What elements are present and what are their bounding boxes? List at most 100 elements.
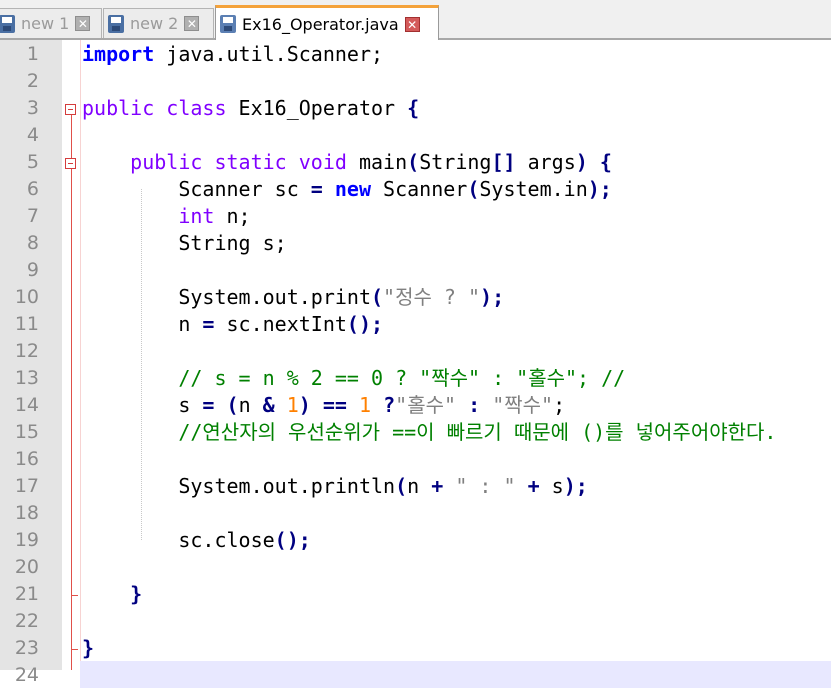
code-token: void [298,150,347,174]
code-token: "정수 ? " [383,285,481,309]
code-line[interactable]: 17 System.out.println(n + " : " + s); [0,473,831,500]
code-line[interactable]: 21 } [0,581,831,608]
code-text: n = sc.nextInt(); [82,311,383,338]
code-token: ( [395,474,408,498]
code-token: + [431,474,444,498]
code-token: [] [491,150,516,174]
code-token: (); [346,312,384,336]
code-token: ) [298,393,311,417]
tab-new-2[interactable]: new 2 ✕ [103,8,214,38]
code-line[interactable]: 24 [0,662,831,689]
code-line[interactable]: 23} [0,635,831,662]
code-text: } [82,635,94,662]
code-token: int [178,204,215,228]
code-token: "홀수" [395,393,457,417]
line-number: 3 [26,97,39,119]
line-number: 23 [14,637,39,659]
code-token: java.util.Scanner; [154,42,384,66]
tab-ex16-operator-java[interactable]: Ex16_Operator.java ✕ [215,5,439,40]
code-line[interactable]: 13 // s = n % 2 == 0 ? "짝수" : "홀수"; // [0,365,831,392]
line-number: 10 [14,286,39,308]
code-line[interactable]: 8 String s; [0,230,831,257]
code-token: n [407,474,432,498]
tab-bar: new 1 ✕ new 2 ✕ Ex16_Operator.java ✕ [0,0,831,40]
code-line[interactable]: 9 [0,257,831,284]
code-token: sc.close [82,528,275,552]
code-text: public class Ex16_Operator { [82,95,419,122]
code-text: //연산자의 우선순위가 ==이 빠르기 때문에 ()를 넣어주어야한다. [82,419,776,446]
code-token: n [238,393,263,417]
code-line[interactable]: 20 [0,554,831,581]
code-line[interactable]: 6 Scanner sc = new Scanner(System.in); [0,176,831,203]
code-text: System.out.println(n + " : " + s); [82,473,588,500]
code-line[interactable]: 2 [0,68,831,95]
line-number: 8 [26,232,39,254]
code-token: } [82,636,95,660]
code-text: public static void main(String[] args) { [82,149,612,176]
code-line[interactable]: 1 import java.util.Scanner; [0,41,831,68]
line-number: 21 [14,583,39,605]
code-text: // s = n % 2 == 0 ? "짝수" : "홀수"; // [82,365,625,392]
line-number: 6 [26,178,39,200]
code-token: ); [587,177,612,201]
tab-label: new 2 [130,14,179,33]
code-line[interactable]: 5 public static void main(String[] args)… [0,149,831,176]
code-text: sc.close(); [82,527,311,554]
line-number: 19 [14,529,39,551]
code-token: static [214,150,287,174]
code-token: { [599,150,612,174]
line-number: 11 [14,313,39,335]
line-number: 22 [14,610,39,632]
code-text: String s; [82,230,286,257]
code-line[interactable]: 12 [0,338,831,365]
line-number: 24 [14,664,39,686]
code-line[interactable]: 18 [0,500,831,527]
close-icon[interactable]: ✕ [404,16,420,32]
tab-new-1[interactable]: new 1 ✕ [0,8,102,38]
code-token: Scanner [371,177,468,201]
code-token: public [130,150,203,174]
code-line[interactable]: 16 [0,446,831,473]
close-icon[interactable]: ✕ [184,16,200,31]
close-icon[interactable]: ✕ [75,16,91,31]
code-token: ( [407,150,420,174]
code-token: s [539,474,564,498]
code-line[interactable]: 19 sc.close(); [0,527,831,554]
code-token: System.out.println [82,474,396,498]
code-line[interactable]: 3 public class Ex16_Operator { [0,95,831,122]
code-line[interactable]: 11 n = sc.nextInt(); [0,311,831,338]
code-token: (); [274,528,311,552]
code-line[interactable]: 10 System.out.print("정수 ? "); [0,284,831,311]
code-line[interactable]: 22 [0,608,831,635]
line-number: 14 [14,394,39,416]
code-line[interactable]: 15 //연산자의 우선순위가 ==이 빠르기 때문에 ()를 넣어주어야한다. [0,419,831,446]
line-number: 7 [26,205,39,227]
code-token: ); [563,474,588,498]
code-token: " : " [455,474,516,498]
code-token: 1 [286,393,299,417]
code-token: public [82,96,155,120]
code-token: : [468,393,481,417]
code-token: & [262,393,275,417]
code-token: Ex16_Operator [226,96,408,120]
code-token: String [419,150,492,174]
code-line[interactable]: 14 s = (n & 1) == 1 ?"홀수" : "짝수"; [0,392,831,419]
code-token: new [334,177,371,201]
code-line[interactable]: 7 int n; [0,203,831,230]
code-token: System.in [479,177,588,201]
code-editor[interactable]: 1 import java.util.Scanner; 2 3 public class… [0,40,831,688]
code-line[interactable]: 4 [0,122,831,149]
